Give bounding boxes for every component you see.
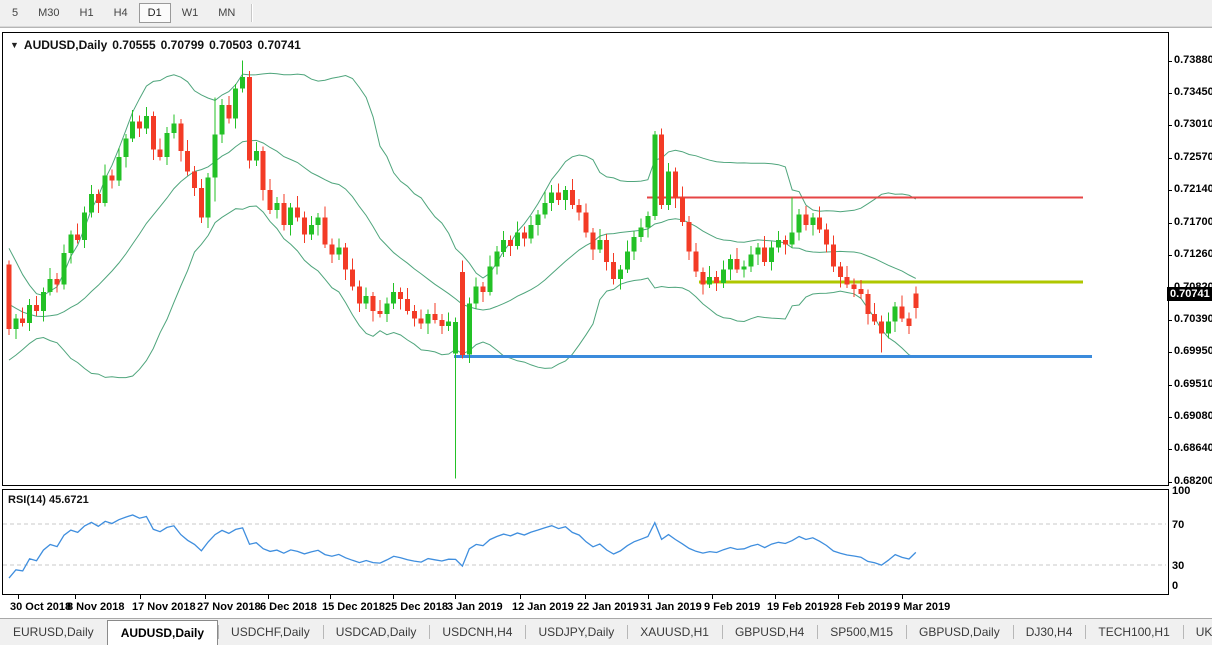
date-axis-label: 22 Jan 2019 (577, 601, 639, 613)
date-axis-label: 6 Dec 2018 (260, 601, 317, 613)
price-axis-tick (1168, 158, 1172, 159)
quote-open: 0.70555 (112, 38, 155, 52)
price-axis-tick (1168, 93, 1172, 94)
quote-high: 0.70799 (161, 38, 204, 52)
price-axis-tick (1168, 255, 1172, 256)
price-axis[interactable]: 0.73880 0.73450 0.73010 0.72570 0.72140 0.717… (1168, 28, 1212, 593)
price-axis-tick (1168, 449, 1172, 450)
chart-tab-sp500-m15[interactable]: SP500,M15 (817, 619, 906, 645)
date-axis-tick (775, 595, 776, 599)
chart-symbol-label: AUDUSD,Daily (24, 38, 107, 52)
chart-tab-usdcnh-h4[interactable]: USDCNH,H4 (429, 619, 525, 645)
chart-tab-dj30-h4[interactable]: DJ30,H4 (1013, 619, 1086, 645)
chart-tab-usdchf-daily[interactable]: USDCHF,Daily (218, 619, 323, 645)
date-axis-tick (205, 595, 206, 599)
date-axis-tick (268, 595, 269, 599)
price-axis-tick (1168, 61, 1172, 62)
chart-tab-tech100-h1[interactable]: TECH100,H1 (1085, 619, 1182, 645)
price-axis-tick (1168, 320, 1172, 321)
timeframe-button-5[interactable]: 5 (3, 3, 27, 23)
price-axis-label: 0.70390 (1174, 313, 1212, 325)
price-axis-label: 0.73450 (1174, 86, 1212, 98)
chart-tab-ukc[interactable]: UKC (1183, 619, 1212, 645)
date-axis-label: 8 Nov 2018 (67, 601, 124, 613)
date-axis-label: 9 Feb 2019 (704, 601, 760, 613)
date-axis-tick (75, 595, 76, 599)
price-axis-label: 0.69950 (1174, 345, 1212, 357)
chart-tab-eurusd-daily[interactable]: EURUSD,Daily (0, 619, 107, 645)
timeframe-button-mn[interactable]: MN (209, 3, 244, 23)
toolbar-separator (251, 4, 253, 22)
date-axis-label: 25 Dec 2018 (385, 601, 448, 613)
rsi-axis-label: 70 (1172, 519, 1184, 531)
chart-tab-bar: EURUSD,DailyAUDUSD,DailyUSDCHF,DailyUSDC… (0, 618, 1212, 645)
rsi-indicator-pane[interactable]: RSI(14) 45.6721 (2, 489, 1169, 595)
date-axis-label: 27 Nov 2018 (197, 601, 261, 613)
date-axis-tick (520, 595, 521, 599)
date-axis-tick (330, 595, 331, 599)
price-chart-pane[interactable]: ▼ AUDUSD,Daily 0.70555 0.70799 0.70503 0… (2, 32, 1169, 486)
price-axis-label: 0.72570 (1174, 151, 1212, 163)
date-axis-label: 28 Feb 2019 (830, 601, 892, 613)
date-axis-label: 3 Jan 2019 (447, 601, 503, 613)
current-price-tag: 0.70741 (1167, 287, 1212, 301)
date-axis-label: 12 Jan 2019 (512, 601, 574, 613)
date-axis-tick (455, 595, 456, 599)
price-axis-label: 0.69080 (1174, 410, 1212, 422)
chart-tab-usdjpy-daily[interactable]: USDJPY,Daily (525, 619, 627, 645)
rsi-axis-label: 30 (1172, 560, 1184, 572)
date-axis-tick (140, 595, 141, 599)
price-axis-label: 0.68640 (1174, 442, 1212, 454)
date-axis-label: 31 Jan 2019 (640, 601, 702, 613)
date-axis-tick (393, 595, 394, 599)
timeframe-button-d1[interactable]: D1 (139, 3, 171, 23)
price-axis-tick (1168, 482, 1172, 483)
date-axis-label: 9 Mar 2019 (894, 601, 950, 613)
timeframe-button-w1[interactable]: W1 (173, 3, 208, 23)
quote-close: 0.70741 (257, 38, 300, 52)
price-axis-label: 0.69510 (1174, 378, 1212, 390)
date-axis-tick (712, 595, 713, 599)
timeframe-button-h1[interactable]: H1 (71, 3, 103, 23)
price-axis-tick (1168, 417, 1172, 418)
rsi-label: RSI(14) 45.6721 (8, 494, 89, 506)
chart-tab-gbpusd-daily[interactable]: GBPUSD,Daily (906, 619, 1013, 645)
date-axis-tick (585, 595, 586, 599)
price-axis-label: 0.73880 (1174, 54, 1212, 66)
date-axis-label: 15 Dec 2018 (322, 601, 385, 613)
candlestick-canvas[interactable] (3, 33, 1166, 483)
quote-low: 0.70503 (209, 38, 252, 52)
date-axis-tick (902, 595, 903, 599)
timeframe-toolbar: 5M30H1H4D1W1MN (0, 0, 1212, 27)
price-axis-tick (1168, 125, 1172, 126)
chart-window: ▼ AUDUSD,Daily 0.70555 0.70799 0.70503 0… (0, 27, 1212, 618)
rsi-axis-label: 100 (1172, 485, 1190, 497)
date-axis-label: 17 Nov 2018 (132, 601, 196, 613)
chart-tab-gbpusd-h4[interactable]: GBPUSD,H4 (722, 619, 817, 645)
chart-tab-audusd-daily[interactable]: AUDUSD,Daily (107, 620, 218, 645)
timeframe-button-h4[interactable]: H4 (105, 3, 137, 23)
price-axis-tick (1168, 190, 1172, 191)
chart-tab-usdcad-daily[interactable]: USDCAD,Daily (323, 619, 430, 645)
chart-title: ▼ AUDUSD,Daily 0.70555 0.70799 0.70503 0… (10, 38, 301, 52)
price-axis-label: 0.72140 (1174, 183, 1212, 195)
date-axis-label: 30 Oct 2018 (10, 601, 71, 613)
price-axis-tick (1168, 223, 1172, 224)
rsi-canvas[interactable] (3, 490, 1166, 592)
symbol-dropdown-icon[interactable]: ▼ (10, 40, 19, 50)
timeframe-button-m30[interactable]: M30 (29, 3, 68, 23)
rsi-axis-label: 0 (1172, 580, 1178, 592)
date-axis-label: 19 Feb 2019 (767, 601, 829, 613)
price-axis-tick (1168, 352, 1172, 353)
date-axis-tick (18, 595, 19, 599)
price-axis-label: 0.73010 (1174, 118, 1212, 130)
date-axis[interactable]: 30 Oct 20188 Nov 2018 17 Nov 201827 Nov 2… (2, 595, 1167, 617)
price-axis-label: 0.71700 (1174, 216, 1212, 228)
price-axis-tick (1168, 385, 1172, 386)
date-axis-tick (648, 595, 649, 599)
date-axis-tick (838, 595, 839, 599)
price-axis-label: 0.71260 (1174, 248, 1212, 260)
chart-tab-xauusd-h1[interactable]: XAUUSD,H1 (627, 619, 722, 645)
